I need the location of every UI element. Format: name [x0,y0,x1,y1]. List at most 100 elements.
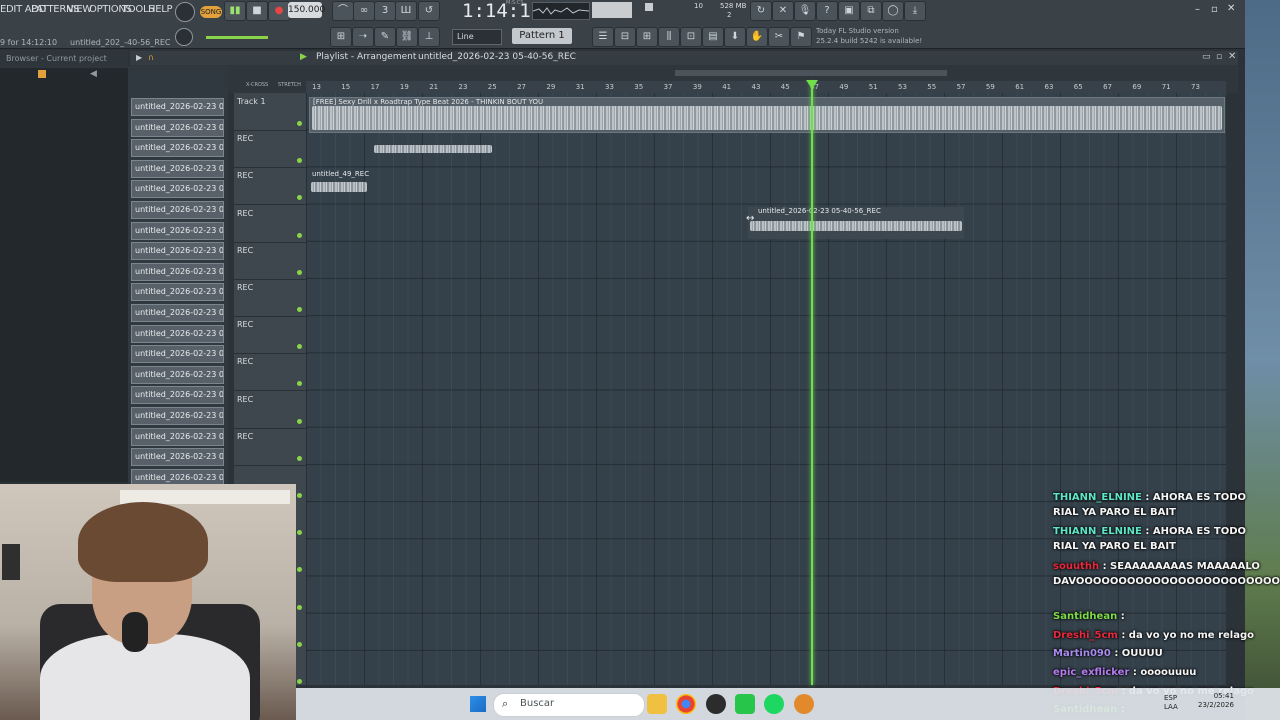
chrome-icon[interactable] [676,694,696,714]
pattern-item[interactable]: untitled_2026-02-23 05- [131,242,224,261]
track-mute-led-icon[interactable] [297,493,302,498]
channel-rack-icon[interactable]: ⊞ [330,27,352,47]
pattern-item[interactable]: untitled_2026-02-23 05- [131,159,224,178]
pattern-item[interactable]: untitled_2026-02-23 05- [131,221,224,240]
stretch-label[interactable]: STRETCH [278,82,301,88]
stamp-icon[interactable]: ⊥ [418,27,440,47]
chat-username[interactable]: Dreshi_5cm [1053,630,1118,641]
channel-view-icon[interactable]: ⫼ [658,27,680,47]
link-icon[interactable]: ⛓ [396,27,418,47]
magnet-icon[interactable]: ∩ [148,53,154,62]
track-mute-led-icon[interactable] [297,344,302,350]
track-mute-led-icon[interactable] [297,604,302,610]
pattern-item[interactable]: untitled_2026-02-23 05- [131,345,224,364]
track-mute-led-icon[interactable] [297,121,302,126]
playlist-timeline-ruler[interactable]: 13 15 17 19 21 23 25 27 29 31 33 35 37 39 41 43 45 47 49 51… [306,81,1226,93]
chat-username[interactable]: souuthh [1053,561,1099,572]
close-window-icon[interactable]: ✕ [1227,3,1235,14]
track-mute-led-icon[interactable] [297,641,302,647]
playlist-view-icon[interactable]: ☰ [592,27,614,47]
track-header[interactable]: Track 1 [234,93,306,131]
pattern-item[interactable]: untitled_2026-02-23 05- [131,98,224,116]
speaker-icon[interactable]: ◀ [90,69,97,79]
arrow-right-icon[interactable]: ▶ [136,53,142,62]
pattern-item[interactable]: untitled_2026-02-23 05- [131,118,224,137]
chat-username[interactable]: Martin090 [1053,648,1111,659]
track-mute-led-icon[interactable] [297,567,302,573]
track-header[interactable]: REC [234,428,306,466]
track-header[interactable]: REC [234,353,306,392]
chat-username[interactable]: Santidhean [1053,611,1117,622]
countdown-icon[interactable]: 3 [374,1,396,21]
pattern-item[interactable]: untitled_2026-02-23 05- [131,386,224,405]
step-edit-icon[interactable]: Ш [395,1,417,21]
game-launcher-icon[interactable] [735,694,755,714]
audio-clip-chop[interactable] [372,133,494,161]
playlist-minimize-icon[interactable]: ▭ [1202,52,1211,62]
plugin-picker-icon[interactable]: ⬇ [724,27,746,47]
pattern-item[interactable]: untitled_2026-02-23 05- [131,262,224,281]
pencil-icon[interactable]: ✎ [374,27,396,47]
playhead-line[interactable] [811,82,813,685]
track-header[interactable]: REC [234,279,306,317]
pitch-knob[interactable] [175,28,193,46]
playlist-play-icon[interactable]: ▶ [300,52,307,62]
stop-button[interactable]: ■ [246,1,268,21]
track-mute-led-icon[interactable] [297,269,302,275]
audio-clip-rec-main[interactable]: untitled_2026-02-23 05-40-56_REC [748,207,964,239]
metronome-icon[interactable]: ⌒ [332,1,354,21]
minimize-window-icon[interactable]: – [1195,4,1200,15]
track-mute-led-icon[interactable] [297,307,302,312]
track-mute-led-icon[interactable] [297,530,302,536]
master-volume-display[interactable] [592,2,632,18]
folder-icon[interactable] [38,70,46,78]
wait-input-icon[interactable]: ∞ [353,1,375,21]
chat-username[interactable]: THIANN_ELNINE [1053,526,1142,537]
pattern-item[interactable]: untitled_2026-02-23 05- [131,139,224,158]
xcross-label[interactable]: X-CROSS [246,82,268,88]
chat-username[interactable]: epic_exflicker [1053,667,1129,678]
download-icon[interactable]: ⤓ [904,1,926,21]
maximize-window-icon[interactable]: ▫ [1211,4,1218,15]
plugin-db-icon[interactable]: ▤ [702,27,724,47]
language-indicator[interactable]: ESP LAA [1164,694,1178,712]
chat-username[interactable]: THIANN_ELNINE [1053,492,1142,503]
playlist-maximize-icon[interactable]: ▫ [1216,52,1222,62]
track-header[interactable]: REC [234,316,306,355]
obs-icon[interactable] [706,694,726,714]
record-button[interactable]: ● [268,1,290,21]
pattern-item[interactable]: untitled_2026-02-23 05- [131,201,224,219]
master-volume-slider[interactable] [206,36,268,39]
fl-studio-icon[interactable] [794,694,814,714]
song-time-display[interactable]: 1:14:11 [462,0,542,22]
spotify-icon[interactable] [764,694,784,714]
pattern-item[interactable]: untitled_2026-02-23 05- [131,283,224,302]
taskbar-clock[interactable]: 05:41 23/2/2026 [1198,692,1234,710]
pattern-item[interactable]: untitled_2026-02-23 05- [131,365,224,384]
browser-view-icon[interactable]: ⊡ [680,27,702,47]
piano-roll-icon[interactable]: ⊟ [614,27,636,47]
playlist-breadcrumb[interactable]: untitled_2026-02-23 05-40-56_REC [418,52,576,62]
track-header[interactable]: REC [234,242,306,280]
pattern-item[interactable]: untitled_2026-02-23 05- [131,180,224,199]
track-mute-led-icon[interactable] [297,418,302,424]
news-line-2[interactable]: 25.2.4 build 5242 is available! [816,37,922,45]
menu-help[interactable]: HELP [148,4,173,15]
playlist-close-icon[interactable]: ✕ [1228,51,1236,62]
track-header[interactable]: REC [234,167,306,206]
tempo-display[interactable]: 150.000 [288,2,325,18]
mixer-view-icon[interactable]: ⊞ [636,27,658,47]
track-header[interactable]: REC [234,205,306,243]
track-mute-led-icon[interactable] [297,679,302,684]
pattern-item[interactable]: untitled_2026-02-23 05- [131,324,224,343]
pattern-item[interactable]: untitled_2026-02-23 05- [131,448,224,467]
microphone-icon[interactable]: 🎙 [794,1,816,21]
pattern-item[interactable]: untitled_2026-02-23 05- [131,407,224,425]
browser-title[interactable]: Browser - Current project [0,50,128,68]
mixer-icon[interactable]: ⧉ [860,1,882,21]
tools-icon[interactable]: ✕ [772,1,794,21]
project-info-icon[interactable]: ✂ [768,27,790,47]
track-mute-led-icon[interactable] [297,455,302,461]
track-header[interactable]: REC [234,391,306,429]
play-button[interactable]: ▮▮ [224,1,246,21]
